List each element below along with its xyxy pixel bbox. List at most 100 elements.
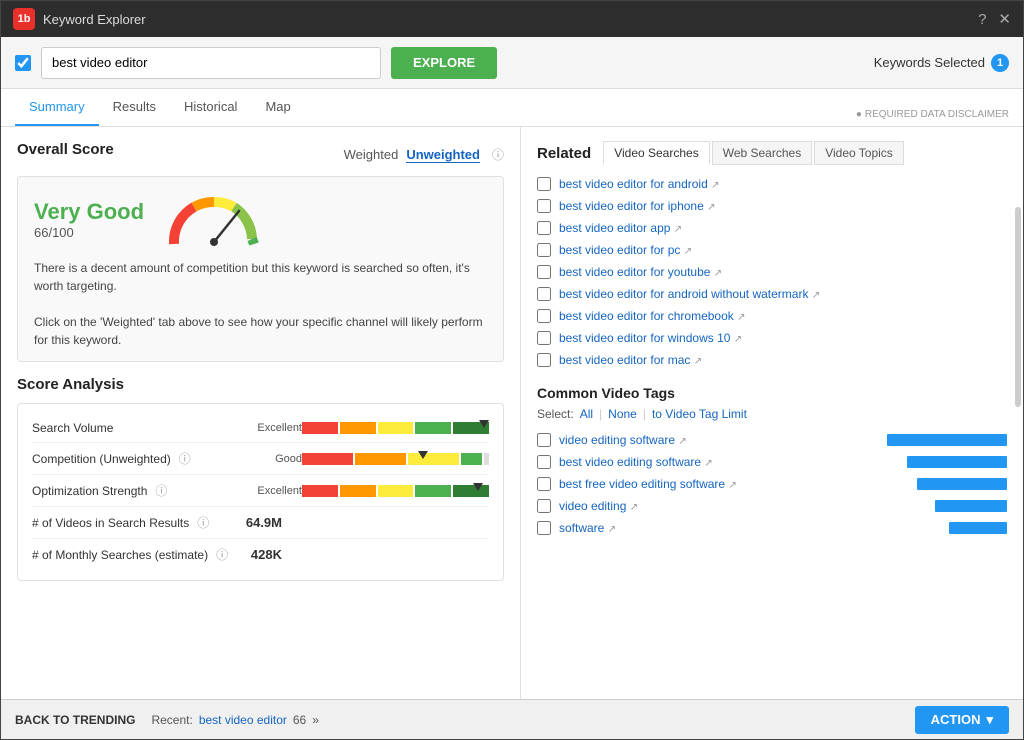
videos-info-icon[interactable]: ⓘ [197,514,209,531]
related-checkbox-5[interactable] [537,265,551,279]
scrollbar[interactable] [1015,207,1021,407]
tab-historical[interactable]: Historical [170,89,251,126]
competition-label: Competition (Unweighted) ⓘ [32,450,232,467]
related-tab-web-searches[interactable]: Web Searches [712,141,813,165]
action-label: ACTION [931,712,981,727]
tag-checkbox-2[interactable] [537,455,551,469]
videos-value: 64.9M [232,515,282,530]
disclaimer-text: REQUIRED DATA DISCLAIMER [865,109,1009,120]
related-link-7[interactable]: best video editor for chromebook ↗ [559,309,746,323]
analysis-row-competition: Competition (Unweighted) ⓘ Good [32,443,489,475]
monthly-info-icon[interactable]: ⓘ [216,546,228,563]
score-desc-1: There is a decent amount of competition … [34,259,487,295]
tag-bar-4 [935,500,1007,512]
search-volume-label: Search Volume [32,421,232,435]
score-label: Very Good [34,199,144,225]
related-link-3[interactable]: best video editor app ↗ [559,221,682,235]
tab-summary[interactable]: Summary [15,89,99,126]
monthly-label: # of Monthly Searches (estimate) ⓘ [32,546,232,563]
related-tab-video-searches[interactable]: Video Searches [603,141,710,165]
tab-map[interactable]: Map [251,89,304,126]
related-item: best video editor for mac ↗ [537,349,1007,371]
related-link-5[interactable]: best video editor for youtube ↗ [559,265,722,279]
related-item: best video editor for android ↗ [537,173,1007,195]
optimization-info-icon[interactable]: ⓘ [155,482,167,499]
related-link-9[interactable]: best video editor for mac ↗ [559,353,702,367]
select-all-link[interactable]: All [580,407,593,421]
related-link-1[interactable]: best video editor for android ↗ [559,177,719,191]
tag-checkbox-1[interactable] [537,433,551,447]
related-link-8[interactable]: best video editor for windows 10 ↗ [559,331,742,345]
related-link-4[interactable]: best video editor for pc ↗ [559,243,692,257]
keywords-badge: 1 [991,54,1009,72]
search-input[interactable] [41,47,381,79]
monthly-value: 428K [232,547,282,562]
related-item: best video editor for android without wa… [537,283,1007,305]
title-bar: 1b Keyword Explorer ? ✕ [1,1,1023,37]
help-icon[interactable]: ? [978,11,986,28]
recent-link[interactable]: best video editor [199,713,287,727]
related-list: best video editor for android ↗ best vid… [537,173,1007,371]
tab-results[interactable]: Results [99,89,170,126]
select-limit-link[interactable]: to Video Tag Limit [652,407,747,421]
tag-link-3[interactable]: best free video editing software ↗ [559,477,909,491]
analysis-row-search-volume: Search Volume Excellent [32,414,489,443]
optimization-bar [302,485,489,497]
tag-link-1[interactable]: video editing software ↗ [559,433,879,447]
related-header: Related Video Searches Web Searches Vide… [537,141,1007,165]
weighted-toggle[interactable]: Weighted [344,147,399,162]
related-checkbox-1[interactable] [537,177,551,191]
related-link-2[interactable]: best video editor for iphone ↗ [559,199,716,213]
action-arrow-icon: ▾ [986,712,993,728]
related-item: best video editor for pc ↗ [537,239,1007,261]
select-none-link[interactable]: None [608,407,637,421]
analysis-row-optimization: Optimization Strength ⓘ Excellent [32,475,489,507]
analysis-row-monthly: # of Monthly Searches (estimate) ⓘ 428K [32,539,489,570]
score-info-icon[interactable]: ⓘ [492,146,504,163]
score-box: Very Good 66/100 [17,176,504,362]
tag-checkbox-4[interactable] [537,499,551,513]
related-title: Related [537,145,591,162]
action-button[interactable]: ACTION ▾ [915,706,1009,734]
left-panel: Overall Score Weighted Unweighted ⓘ Very… [1,127,521,699]
tag-checkbox-5[interactable] [537,521,551,535]
select-label: Select: [537,407,574,421]
score-desc: There is a decent amount of competition … [34,259,487,349]
right-panel: Related Video Searches Web Searches Vide… [521,127,1023,699]
tag-bar-3 [917,478,1007,490]
tag-link-2[interactable]: best video editing software ↗ [559,455,899,469]
tag-checkbox-3[interactable] [537,477,551,491]
related-checkbox-7[interactable] [537,309,551,323]
tag-link-5[interactable]: software ↗ [559,521,941,535]
related-tab-video-topics[interactable]: Video Topics [814,141,904,165]
tag-link-4[interactable]: video editing ↗ [559,499,927,513]
search-volume-bar [302,422,489,434]
analysis-box: Search Volume Excellent Competition (Un [17,403,504,581]
common-tags-title: Common Video Tags [537,385,1007,401]
related-checkbox-4[interactable] [537,243,551,257]
search-checkbox[interactable] [15,55,31,71]
score-gauge [164,189,264,249]
score-main: Very Good 66/100 [34,189,487,249]
unweighted-toggle[interactable]: Unweighted [406,147,480,163]
tag-item: software ↗ [537,517,1007,539]
related-checkbox-9[interactable] [537,353,551,367]
optimization-rating: Excellent [232,485,302,497]
explore-button[interactable]: EXPLORE [391,47,497,79]
back-trending-button[interactable]: BACK TO TRENDING [15,713,135,727]
related-link-6[interactable]: best video editor for android without wa… [559,287,820,301]
related-checkbox-2[interactable] [537,199,551,213]
score-header: Overall Score Weighted Unweighted ⓘ [17,141,504,168]
competition-info-icon[interactable]: ⓘ [179,450,191,467]
optimization-label: Optimization Strength ⓘ [32,482,232,499]
close-icon[interactable]: ✕ [998,10,1011,28]
search-bar: EXPLORE Keywords Selected 1 [1,37,1023,89]
recent-label: Recent: [151,713,192,727]
score-desc-2: Click on the 'Weighted' tab above to see… [34,313,487,349]
competition-bar [302,453,489,465]
related-checkbox-6[interactable] [537,287,551,301]
related-checkbox-3[interactable] [537,221,551,235]
divider-1: | [599,407,602,421]
related-checkbox-8[interactable] [537,331,551,345]
tag-item: best video editing software ↗ [537,451,1007,473]
